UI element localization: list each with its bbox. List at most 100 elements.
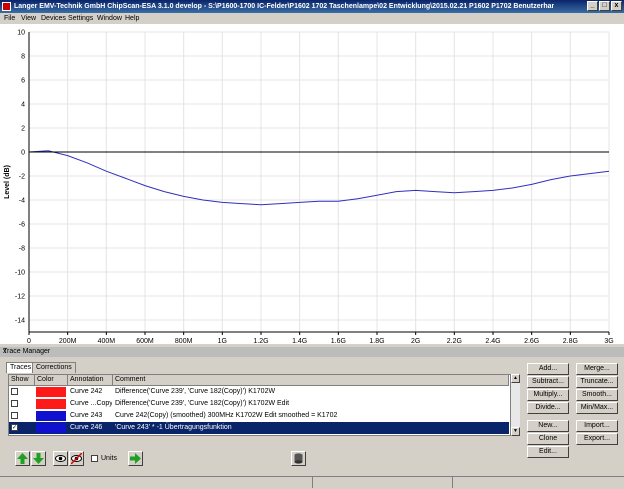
maximize-button[interactable]: □ [599,1,610,11]
menu-bar: File View Devices Settings Window Help [0,13,624,24]
table-header: Show Color Annotation Comment [9,375,509,386]
database-button[interactable] [291,451,306,466]
series-line [28,150,610,206]
hide-all-button[interactable] [69,451,84,466]
add-button[interactable]: Add... [527,363,569,375]
move-down-button[interactable] [31,451,46,466]
x-tick-label: 1.2G [253,338,268,344]
y-tick-label: -6 [19,222,25,229]
y-tick-label: 10 [17,30,25,37]
import-button[interactable]: Import... [576,420,618,432]
show-checkbox[interactable]: ✓ [11,424,18,431]
app-icon [2,2,11,11]
y-tick-label: -14 [15,318,25,325]
annotation-cell: Curve 242 [70,388,103,395]
y-tick-label: -2 [19,174,25,181]
x-tick-label: 400M [98,338,116,344]
y-tick-label: 8 [21,54,25,61]
y-tick-label: -4 [19,198,25,205]
x-tick-label: 3G [604,338,613,344]
units-checkbox[interactable] [91,455,98,462]
units-label: Units [101,455,117,462]
col-color[interactable]: Color [35,375,68,385]
x-tick-label: 1G [218,338,227,344]
y-tick-label: 2 [21,126,25,133]
database-icon [294,453,303,464]
title-bar: Langer EMV-Technik GmbH ChipScan-ESA 3.1… [0,0,624,13]
comment-cell: Difference('Curve 239', 'Curve 182(Copy)… [115,388,276,395]
green-right-arrow-icon [130,453,141,464]
green-up-arrow-icon [17,453,28,464]
comment-cell: Difference('Curve 239', 'Curve 182(Copy)… [115,400,290,407]
x-tick-label: 2.8G [563,338,578,344]
menu-help[interactable]: Help [125,13,139,24]
truncate-button[interactable]: Truncate... [576,376,618,388]
show-checkbox[interactable] [11,412,18,419]
scroll-up-icon[interactable]: ▲ [511,374,520,383]
clone-button[interactable]: Clone [527,433,569,445]
y-tick-label: -8 [19,246,25,253]
trace-manager-close-icon[interactable]: x [3,347,620,357]
scroll-down-icon[interactable]: ▼ [511,427,520,436]
x-tick-label: 800M [175,338,193,344]
x-tick-label: 1.8G [369,338,384,344]
min-max-button[interactable]: Min/Max... [576,402,618,414]
color-swatch[interactable] [36,399,66,409]
eye-icon [55,455,66,462]
chart-svg[interactable]: 10 8 6 4 2 0 -2 -4 -6 -8 -10 -12 -14 0 200M 400M 600M 800… [0,24,624,345]
divide-button[interactable]: Divide... [527,402,569,414]
menu-settings[interactable]: Settings [68,13,93,24]
col-comment[interactable]: Comment [113,375,509,385]
traces-table: Show Color Annotation Comment Curve 242 D… [8,374,520,436]
x-tick-label: 2.6G [524,338,539,344]
smooth-button[interactable]: Smooth... [576,389,618,401]
col-show[interactable]: Show [9,375,35,385]
plot-area[interactable]: 10 8 6 4 2 0 -2 -4 -6 -8 -10 -12 -14 0 200M 400M 600M 800… [0,24,624,344]
subtract-button[interactable]: Subtract... [527,376,569,388]
table-row[interactable]: Curve ...Copy) Difference('Curve 239', 'C… [9,398,509,410]
x-tick-label: 1.4G [292,338,307,344]
comment-cell: 'Curve 243' * -1 Übertragungsfunktion [115,424,232,431]
comment-cell: Curve 242(Copy) (smoothed) 300MHz K1702W… [115,412,338,419]
col-annotation[interactable]: Annotation [68,375,113,385]
minimize-button[interactable]: _ [587,1,598,11]
apply-button[interactable] [128,451,143,466]
table-row[interactable]: ✓ Curve 246 'Curve 243' * -1 Übertragungsf… [9,422,509,434]
multiply-button[interactable]: Multiply... [527,389,569,401]
show-checkbox[interactable] [11,388,18,395]
annotation-cell: Curve 243 [70,412,103,419]
menu-file[interactable]: File [4,13,15,24]
menu-devices[interactable]: Devices [41,13,66,24]
x-tick-label: 200M [59,338,77,344]
eye-crossed-icon [71,453,82,464]
annotation-cell: Curve 246 [70,424,103,431]
color-swatch[interactable] [36,423,66,433]
trace-manager-header: Trace Manager x [0,347,624,357]
close-button[interactable]: x [611,1,622,11]
menu-view[interactable]: View [21,13,36,24]
tab-traces[interactable]: Traces [6,362,36,373]
status-pane-2 [312,477,453,488]
table-row[interactable]: Curve 242 Difference('Curve 239', 'Curve … [9,386,509,398]
y-tick-label: 6 [21,78,25,85]
menu-window[interactable]: Window [97,13,122,24]
merge-button[interactable]: Merge... [576,363,618,375]
x-tick-label: 0 [27,338,31,344]
x-tick-label: 2.2G [447,338,462,344]
tab-corrections[interactable]: Corrections [32,362,76,373]
new-button[interactable]: New... [527,420,569,432]
show-all-button[interactable] [53,451,68,466]
table-row[interactable]: Curve 243 Curve 242(Copy) (smoothed) 300M… [9,410,509,422]
export-button[interactable]: Export... [576,433,618,445]
annotation-cell: Curve ...Copy) [70,400,112,407]
green-down-arrow-icon [33,453,44,464]
x-tick-label: 600M [136,338,154,344]
edit-button[interactable]: Edit... [527,446,569,458]
y-tick-label: -10 [15,270,25,277]
move-up-button[interactable] [15,451,30,466]
color-swatch[interactable] [36,411,66,421]
color-swatch[interactable] [36,387,66,397]
show-checkbox[interactable] [11,400,18,407]
y-tick-label: 4 [21,102,25,109]
table-scrollbar[interactable]: ▲ ▼ [510,374,520,436]
